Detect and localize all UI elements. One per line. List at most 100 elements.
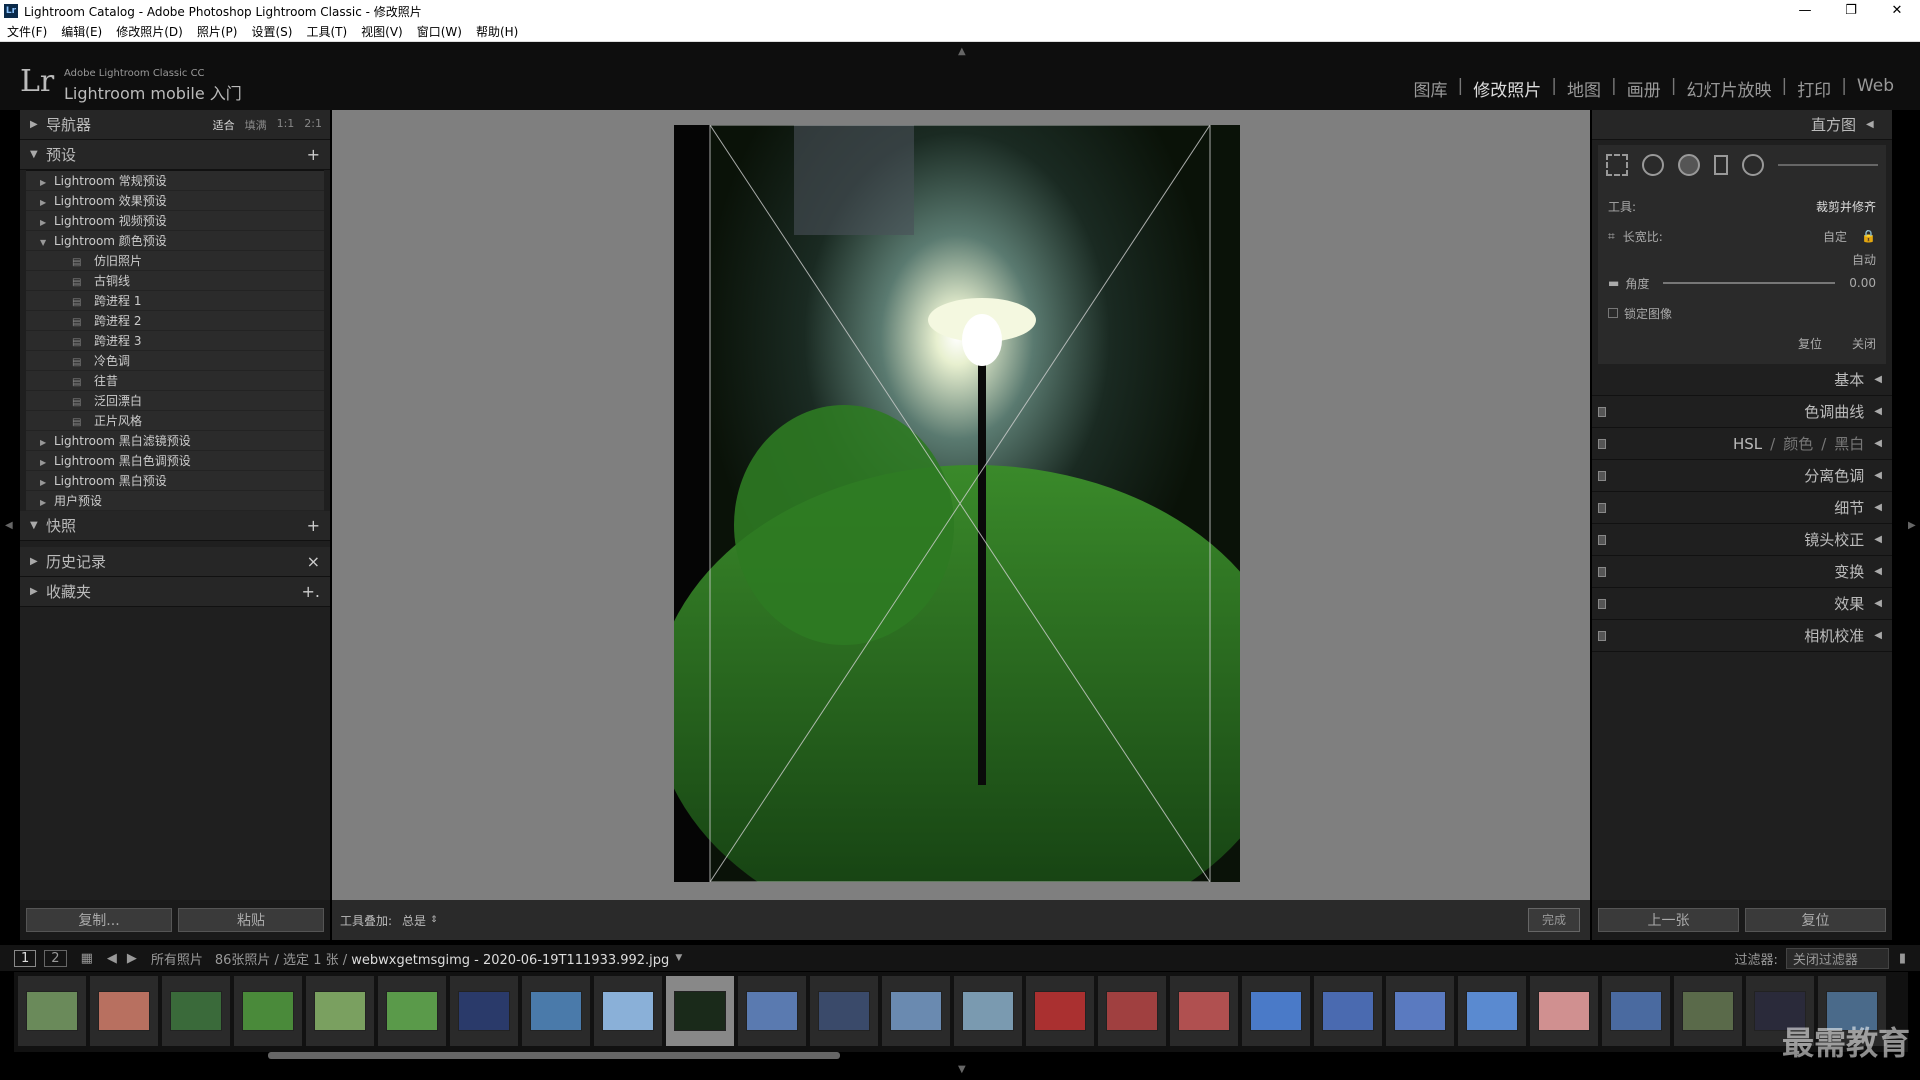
select-arrows-icon[interactable]: ⇕ bbox=[430, 915, 438, 925]
preset-item[interactable]: ▤ 泛回漂白 bbox=[26, 391, 324, 411]
reset-button[interactable]: 复位 bbox=[1745, 908, 1886, 932]
section-hsl[interactable]: HSL / 颜色 / 黑白 ◀ bbox=[1592, 428, 1892, 460]
spot-removal-icon[interactable] bbox=[1642, 154, 1664, 176]
brush-slider[interactable] bbox=[1778, 164, 1878, 166]
source-label[interactable]: 所有照片 bbox=[151, 949, 203, 968]
collections-header[interactable]: ▶ 收藏夹 +. bbox=[20, 577, 330, 607]
preset-item[interactable]: ▤ 跨进程 3 bbox=[26, 331, 324, 351]
forward-arrow-icon[interactable]: ▶ bbox=[127, 951, 137, 966]
section-calibration[interactable]: 相机校准 ◀ bbox=[1592, 620, 1892, 652]
left-panel-arrow-icon[interactable]: ◀ bbox=[5, 520, 13, 531]
restore-icon[interactable]: ❐ bbox=[1828, 0, 1874, 22]
zoom-fit[interactable]: 适合 bbox=[213, 117, 235, 133]
module-develop[interactable]: 修改照片 bbox=[1463, 76, 1551, 101]
angle-value[interactable]: 0.00 bbox=[1849, 276, 1876, 290]
copy-button[interactable]: 复制... bbox=[26, 908, 172, 932]
window-1-button[interactable]: 1 bbox=[14, 949, 37, 967]
filmstrip-thumbnail[interactable] bbox=[666, 976, 734, 1046]
section-basic[interactable]: 基本 ◀ bbox=[1592, 364, 1892, 396]
photo-preview[interactable] bbox=[674, 125, 1240, 882]
filmstrip-thumbnail[interactable] bbox=[1242, 976, 1310, 1046]
list-item[interactable]: ▶ Lightroom 黑白预设 bbox=[26, 471, 324, 491]
filmstrip-thumbnail[interactable] bbox=[1602, 976, 1670, 1046]
bottom-panel-arrow-icon[interactable]: ▼ bbox=[958, 1064, 966, 1075]
module-map[interactable]: 地图 bbox=[1557, 76, 1611, 101]
filmstrip-thumbnail[interactable] bbox=[1026, 976, 1094, 1046]
filter-select[interactable]: 关闭过滤器 bbox=[1785, 947, 1889, 969]
menu-develop[interactable]: 修改照片(D) bbox=[109, 23, 190, 40]
crop-close-button[interactable]: 关闭 bbox=[1852, 335, 1876, 352]
module-book[interactable]: 画册 bbox=[1617, 76, 1671, 101]
panel-switch[interactable] bbox=[1598, 630, 1606, 641]
chevron-down-icon[interactable]: ▼ bbox=[675, 953, 682, 963]
lock-icon[interactable]: 🔒 bbox=[1861, 229, 1876, 243]
paste-button[interactable]: 粘贴 bbox=[178, 908, 324, 932]
add-preset-icon[interactable]: + bbox=[307, 145, 320, 164]
close-icon[interactable]: ✕ bbox=[1874, 0, 1920, 22]
menu-file[interactable]: 文件(F) bbox=[0, 23, 54, 40]
navigator-header[interactable]: ▶ 导航器 适合 填满 1:1 2:1 bbox=[20, 110, 330, 140]
list-item[interactable]: ▶ Lightroom 黑白滤镜预设 bbox=[26, 431, 324, 451]
filmstrip-thumbnail[interactable] bbox=[1530, 976, 1598, 1046]
list-item[interactable]: ▶ 用户预设 bbox=[26, 491, 324, 511]
right-panel-arrow-icon[interactable]: ▶ bbox=[1908, 520, 1916, 531]
mobile-link[interactable]: Lightroom mobile 入门 bbox=[64, 80, 242, 104]
filter-lock-icon[interactable]: ▮ bbox=[1899, 951, 1906, 966]
panel-switch[interactable] bbox=[1598, 406, 1606, 417]
filmstrip-thumbnail[interactable] bbox=[594, 976, 662, 1046]
preset-item[interactable]: ▤ 古铜线 bbox=[26, 271, 324, 291]
panel-switch[interactable] bbox=[1598, 566, 1606, 577]
previous-button[interactable]: 上一张 bbox=[1598, 908, 1739, 932]
filmstrip-thumbnail[interactable] bbox=[234, 976, 302, 1046]
filmstrip-thumbnail[interactable] bbox=[18, 976, 86, 1046]
preset-item[interactable]: ▤ 跨进程 1 bbox=[26, 291, 324, 311]
preset-item[interactable]: ▤ 仿旧照片 bbox=[26, 251, 324, 271]
aspect-select[interactable]: 自定 bbox=[1823, 228, 1847, 245]
filmstrip-thumbnail[interactable] bbox=[90, 976, 158, 1046]
snapshots-header[interactable]: ▼ 快照 + bbox=[20, 511, 330, 541]
zoom-fill[interactable]: 填满 bbox=[245, 117, 267, 133]
preset-item[interactable]: ▤ 冷色调 bbox=[26, 351, 324, 371]
menu-tools[interactable]: 工具(T) bbox=[299, 23, 354, 40]
filmstrip-thumbnail[interactable] bbox=[378, 976, 446, 1046]
filmstrip-thumbnail[interactable] bbox=[1458, 976, 1526, 1046]
menu-window[interactable]: 窗口(W) bbox=[410, 23, 469, 40]
zoom-1-1[interactable]: 1:1 bbox=[277, 117, 295, 133]
panel-switch[interactable] bbox=[1598, 502, 1606, 513]
presets-header[interactable]: ▼ 预设 + bbox=[20, 140, 330, 170]
section-transform[interactable]: 变换 ◀ bbox=[1592, 556, 1892, 588]
preset-item[interactable]: ▤ 跨进程 2 bbox=[26, 311, 324, 331]
module-web[interactable]: Web bbox=[1847, 76, 1904, 101]
history-header[interactable]: ▶ 历史记录 × bbox=[20, 547, 330, 577]
section-lens-corrections[interactable]: 镜头校正 ◀ bbox=[1592, 524, 1892, 556]
menu-view[interactable]: 视图(V) bbox=[354, 23, 410, 40]
panel-switch[interactable] bbox=[1598, 534, 1606, 545]
crop-tool-icon[interactable] bbox=[1606, 154, 1628, 176]
section-tone-curve[interactable]: 色调曲线 ◀ bbox=[1592, 396, 1892, 428]
overlay-select[interactable]: 总是 bbox=[402, 912, 426, 929]
filmstrip-thumbnail[interactable] bbox=[1386, 976, 1454, 1046]
filmstrip-thumbnail[interactable] bbox=[810, 976, 878, 1046]
filmstrip-thumbnail[interactable] bbox=[882, 976, 950, 1046]
grid-view-icon[interactable]: ▦ bbox=[81, 951, 93, 966]
menu-photo[interactable]: 照片(P) bbox=[190, 23, 245, 40]
panel-switch[interactable] bbox=[1598, 470, 1606, 481]
module-print[interactable]: 打印 bbox=[1787, 76, 1841, 101]
add-snapshot-icon[interactable]: + bbox=[307, 516, 320, 535]
tab-bw[interactable]: 黑白 bbox=[1834, 433, 1864, 454]
menu-settings[interactable]: 设置(S) bbox=[244, 23, 299, 40]
straighten-icon[interactable]: ▬ bbox=[1608, 276, 1619, 290]
filmstrip-thumbnail[interactable] bbox=[1098, 976, 1166, 1046]
file-name[interactable]: webwxgetmsgimg - 2020-06-19T111933.992.j… bbox=[351, 953, 669, 968]
filmstrip-thumbnail[interactable] bbox=[1170, 976, 1238, 1046]
preset-item[interactable]: ▤ 正片风格 bbox=[26, 411, 324, 431]
clear-history-icon[interactable]: × bbox=[307, 552, 320, 571]
back-arrow-icon[interactable]: ◀ bbox=[107, 951, 117, 966]
filmstrip-thumbnail[interactable] bbox=[738, 976, 806, 1046]
radial-filter-icon[interactable] bbox=[1742, 154, 1764, 176]
section-detail[interactable]: 细节 ◀ bbox=[1592, 492, 1892, 524]
module-slideshow[interactable]: 幻灯片放映 bbox=[1676, 76, 1781, 101]
panel-switch[interactable] bbox=[1598, 598, 1606, 609]
top-panel-arrow-icon[interactable]: ▲ bbox=[958, 46, 966, 57]
preset-item[interactable]: ▤ 往昔 bbox=[26, 371, 324, 391]
